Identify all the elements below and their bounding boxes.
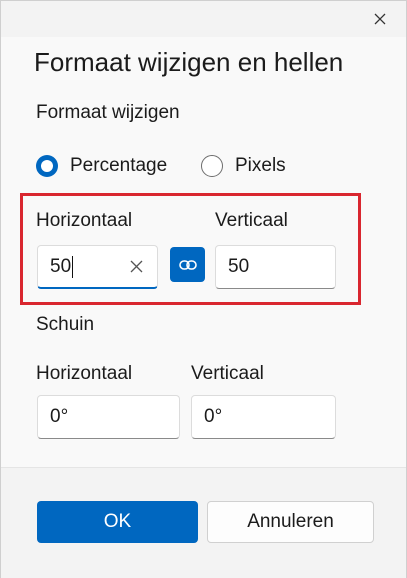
skew-vertical-label: Verticaal: [191, 363, 264, 384]
radio-percentage-indicator[interactable]: [36, 155, 58, 177]
close-icon-glyph: [374, 13, 386, 25]
radio-pixels-label: Pixels: [235, 155, 286, 176]
resize-skew-dialog: Formaat wijzigen en hellen Formaat wijzi…: [0, 0, 407, 578]
dialog-title: Formaat wijzigen en hellen: [34, 47, 344, 77]
radio-percentage[interactable]: Percentage: [36, 155, 167, 177]
dialog-footer: OK Annuleren: [1, 467, 406, 578]
skew-horizontal-label: Horizontaal: [36, 363, 133, 384]
highlight-box: [20, 193, 361, 305]
radio-percentage-label: Percentage: [70, 155, 168, 176]
title-bar: [1, 1, 406, 37]
radio-pixels-indicator[interactable]: [201, 155, 223, 177]
cancel-button[interactable]: Annuleren: [207, 501, 374, 543]
close-icon[interactable]: [370, 9, 390, 29]
skew-section-title: Schuin: [36, 314, 95, 335]
skew-horizontal-value: 0°: [50, 406, 69, 427]
skew-horizontal-input[interactable]: 0°: [37, 395, 180, 439]
ok-button[interactable]: OK: [37, 501, 198, 543]
skew-vertical-input[interactable]: 0°: [191, 395, 336, 439]
skew-vertical-value: 0°: [204, 406, 223, 427]
resize-section-title: Formaat wijzigen: [36, 102, 180, 123]
radio-pixels[interactable]: Pixels: [201, 155, 286, 177]
